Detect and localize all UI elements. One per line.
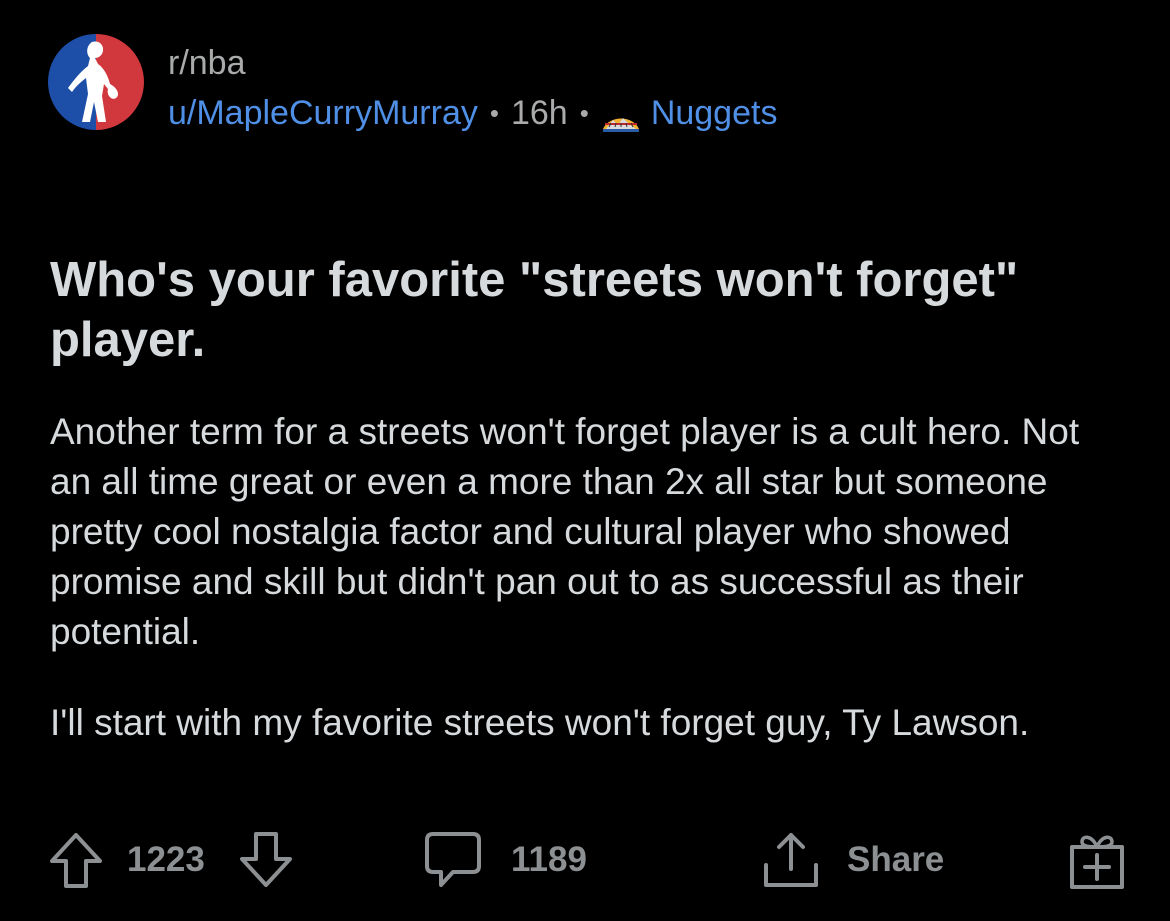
comment-count: 1189 (511, 840, 587, 879)
nuggets-mountains-icon (601, 102, 641, 132)
downvote-arrow-icon (240, 832, 292, 887)
post-body-paragraph: Another term for a streets won't forget … (50, 411, 1080, 652)
downvote-button[interactable] (238, 825, 294, 895)
post-actions: 1223 1189 Share (0, 825, 1170, 895)
vote-count: 1223 (127, 840, 205, 879)
user-flair: Nuggets (650, 94, 778, 132)
post-card[interactable]: r/nba u/MapleCurryMurray • 16h • Nuggets… (0, 0, 1170, 921)
share-label[interactable]: Share (847, 825, 944, 895)
subreddit-name[interactable]: r/nba (168, 44, 246, 82)
share-button[interactable] (760, 825, 822, 895)
comment-bubble-icon (425, 832, 481, 887)
post-body-paragraph: I'll start with my favorite streets won'… (50, 702, 1030, 743)
subreddit-avatar[interactable] (48, 34, 144, 130)
nba-logo-icon (48, 34, 144, 130)
author-username[interactable]: u/MapleCurryMurray (168, 93, 478, 133)
meta-separator: • (489, 98, 499, 128)
gift-icon (1070, 835, 1124, 889)
meta-separator: • (579, 98, 589, 128)
post-age: 16h (510, 94, 568, 132)
comments-button[interactable] (423, 825, 483, 895)
post-title: Who's your favorite "streets won't forge… (50, 253, 1019, 367)
share-icon (764, 833, 818, 887)
award-button[interactable] (1066, 825, 1128, 895)
post-meta: u/MapleCurryMurray • 16h • Nuggets (168, 93, 777, 133)
upvote-button[interactable] (48, 825, 104, 895)
upvote-arrow-icon (50, 833, 102, 888)
